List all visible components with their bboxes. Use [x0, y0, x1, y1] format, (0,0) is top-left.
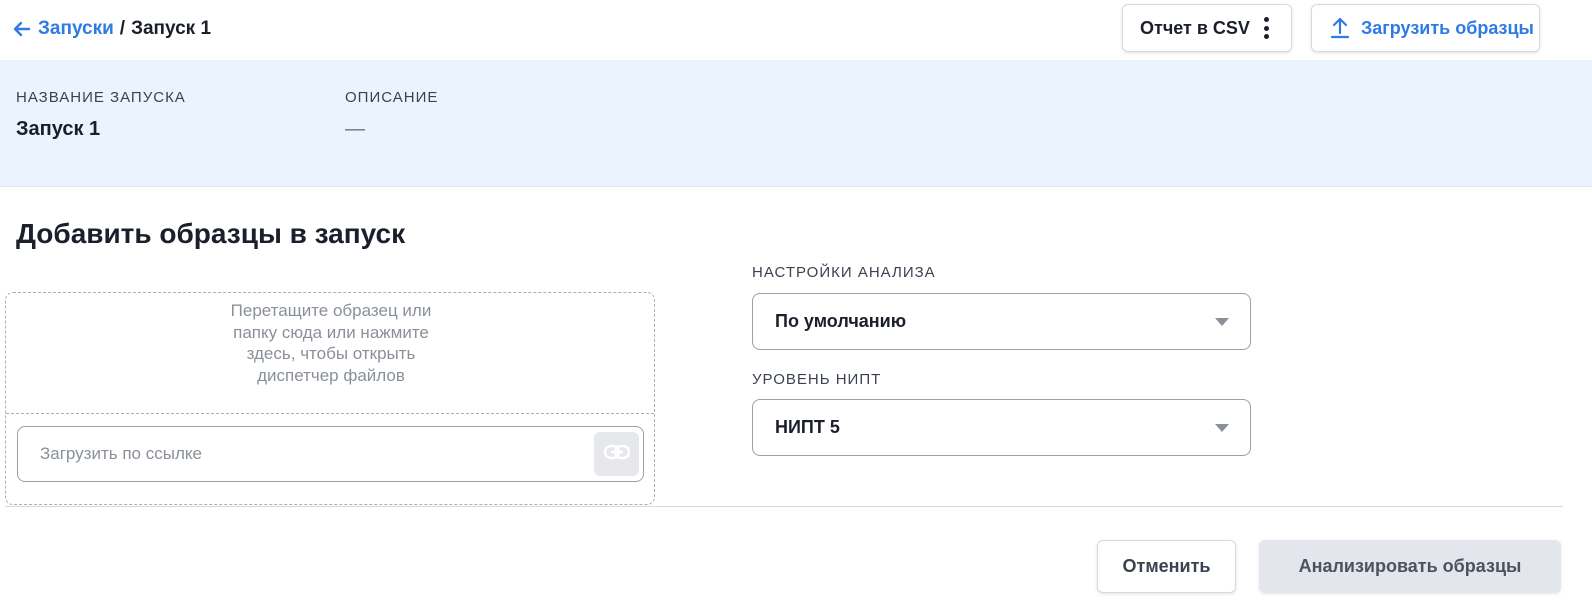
- breadcrumb: Запуски / Запуск 1: [12, 17, 211, 41]
- upload-samples-button[interactable]: Загрузить образцы: [1311, 4, 1540, 52]
- analyze-samples-label: Анализировать образцы: [1298, 556, 1522, 576]
- csv-report-label: Отчет в CSV: [1140, 17, 1250, 38]
- csv-report-button[interactable]: Отчет в CSV: [1122, 4, 1292, 52]
- url-upload-field: [17, 426, 644, 482]
- breadcrumb-separator: /: [119, 18, 126, 39]
- cancel-label: Отменить: [1122, 556, 1211, 576]
- run-info-panel: НАЗВАНИЕ ЗАПУСКА Запуск 1 ОПИСАНИЕ —: [0, 60, 1592, 187]
- dropzone-divider: [6, 413, 654, 414]
- link-icon: [603, 443, 631, 466]
- url-input[interactable]: [40, 427, 580, 481]
- run-name-value: Запуск 1: [16, 118, 101, 140]
- link-button[interactable]: [594, 432, 639, 476]
- top-bar: Запуски / Запуск 1 Отчет в CSV Загрузить…: [0, 0, 1592, 60]
- nipt-level-label: УРОВЕНЬ НИПТ: [752, 371, 882, 388]
- description-label: ОПИСАНИЕ: [345, 89, 439, 106]
- chevron-down-icon: [1215, 424, 1229, 432]
- upload-samples-label: Загрузить образцы: [1361, 17, 1534, 38]
- kebab-menu-icon[interactable]: [1263, 17, 1270, 39]
- breadcrumb-runs-link[interactable]: Запуски: [38, 18, 114, 40]
- nipt-level-value: НИПТ 5: [775, 417, 840, 437]
- nipt-level-select[interactable]: НИПТ 5: [752, 399, 1251, 456]
- arrow-left-icon[interactable]: [12, 19, 32, 39]
- breadcrumb-current: Запуск 1: [131, 18, 212, 39]
- add-samples-title: Добавить образцы в запуск: [16, 218, 406, 249]
- run-name-label: НАЗВАНИЕ ЗАПУСКА: [16, 89, 186, 106]
- file-dropzone[interactable]: Перетащите образец или папку сюда или на…: [5, 292, 655, 505]
- chevron-down-icon: [1215, 318, 1229, 326]
- cancel-button[interactable]: Отменить: [1097, 540, 1236, 593]
- footer-divider: [5, 506, 1563, 507]
- analysis-settings-value: По умолчанию: [775, 311, 907, 331]
- description-value: —: [345, 118, 365, 140]
- analyze-samples-button[interactable]: Анализировать образцы: [1259, 540, 1561, 593]
- analysis-settings-select[interactable]: По умолчанию: [752, 293, 1251, 350]
- dropzone-instructions: Перетащите образец или папку сюда или на…: [230, 301, 432, 385]
- upload-icon: [1329, 16, 1351, 40]
- analysis-settings-label: НАСТРОЙКИ АНАЛИЗА: [752, 264, 936, 281]
